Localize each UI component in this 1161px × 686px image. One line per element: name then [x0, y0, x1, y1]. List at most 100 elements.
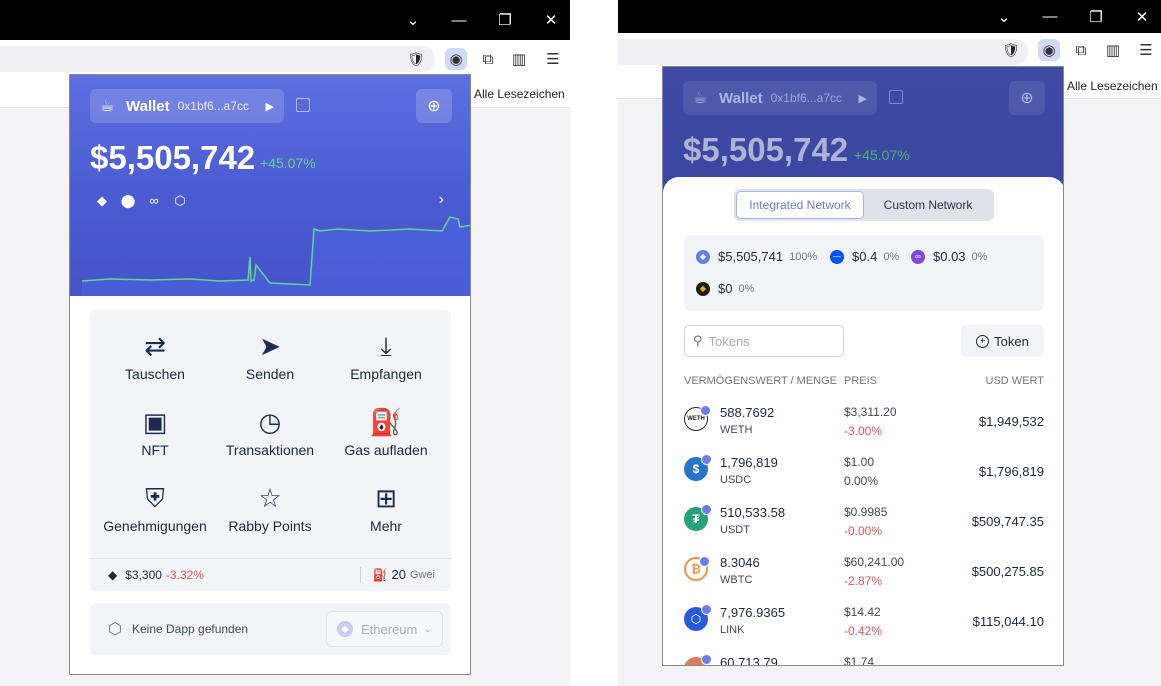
- token-row[interactable]: WETH 588.7692 WETH $3,311.20 -3.00% $1,9…: [684, 403, 1044, 453]
- chain-icons[interactable]: ◆ ⬤ ∞ ⬡: [94, 193, 188, 209]
- token-icon-text: WETH: [687, 416, 705, 422]
- chain-distribution-item[interactable]: — $0.4 0%: [830, 249, 899, 264]
- chevron-down-icon[interactable]: ⌄: [981, 8, 1027, 26]
- swap-button[interactable]: ⇄ Tauschen: [95, 328, 215, 404]
- wallet-icon: ☕: [100, 98, 115, 115]
- no-dapp-text: Keine Dapp gefunden: [131, 622, 249, 636]
- brave-shield-icon[interactable]: 🛡: [405, 48, 427, 70]
- send-button[interactable]: ➤ Senden: [210, 328, 330, 404]
- balance-change: +45.07%: [260, 155, 316, 171]
- add-wallet-button[interactable]: ⊕: [1009, 81, 1045, 115]
- token-price: $14.42: [844, 605, 881, 619]
- sidebar-icon[interactable]: ▥: [1102, 39, 1124, 61]
- tab-integrated-network[interactable]: Integrated Network: [736, 191, 864, 219]
- receive-button[interactable]: ⤓ Empfangen: [326, 328, 446, 404]
- chain-value: $0.03: [933, 249, 966, 264]
- address-bar[interactable]: [618, 39, 1028, 65]
- clock-icon: ◷: [258, 407, 282, 437]
- tab-custom-network[interactable]: Custom Network: [864, 191, 992, 219]
- chevron-right-icon[interactable]: ›: [439, 191, 444, 209]
- add-wallet-icon: ⊕: [1020, 90, 1034, 107]
- menu-icon[interactable]: ☰: [1135, 39, 1157, 61]
- rabby-extension-icon[interactable]: ◉: [445, 48, 467, 70]
- transactions-button[interactable]: ◷ Transaktionen: [210, 404, 330, 480]
- ethereum-badge-icon: [701, 454, 712, 465]
- wallet-address: 0x1bf6...a7cc: [177, 99, 250, 113]
- network-type-switch: Integrated Network Custom Network: [734, 189, 994, 221]
- wallet-name: Wallet: [126, 97, 170, 115]
- rabby-points-button[interactable]: ☆ Rabby Points: [210, 480, 330, 556]
- extensions-icon[interactable]: ⧉: [1070, 39, 1092, 61]
- total-balance: $5,505,742: [683, 131, 849, 168]
- screenshot-page: ⌄ — ❐ ✕ 🛡 ◉ ⧉ ▥ ☰ Alle Lesezeichen ☕ Wal…: [0, 0, 1161, 686]
- copy-icon[interactable]: [296, 98, 310, 112]
- send-icon: ➤: [259, 331, 281, 361]
- restore-icon[interactable]: ❐: [1073, 8, 1119, 26]
- rabby-popup-home: ☕ Wallet 0x1bf6...a7cc ▶ ⊕ $5,505,742 +4…: [69, 74, 471, 675]
- nft-button[interactable]: ▣ NFT: [95, 404, 215, 480]
- token-row[interactable]: ⬡ 7,976.9365 LINK $14.42 -0.42% $115,044…: [684, 603, 1044, 653]
- token-usd-value: $1,796,819: [978, 464, 1044, 479]
- nft-label: NFT: [141, 442, 169, 458]
- sidebar-icon[interactable]: ▥: [508, 48, 530, 70]
- token-icon: [684, 654, 712, 665]
- rabby-popup-assets: ☕ Wallet 0x1bf6...a7cc ▶ ⊕ $5,505,742 +4…: [662, 66, 1064, 666]
- grid-icon: ⊞: [375, 483, 397, 513]
- chain-percent: 0%: [738, 282, 755, 295]
- more-button[interactable]: ⊞ Mehr: [326, 480, 446, 556]
- base-icon: —: [830, 249, 844, 264]
- chain-value: $5,505,741: [718, 249, 784, 264]
- token-amount: 510,533.58: [720, 505, 786, 520]
- token-row[interactable]: ₿ 8.3046 WBTC $60,241.00 -2.87% $500,275…: [684, 553, 1044, 603]
- token-row[interactable]: 60,713.79 $1.74: [684, 653, 1044, 666]
- extensions-icon[interactable]: ⧉: [477, 48, 499, 70]
- eth-price: $3,300: [125, 567, 162, 582]
- token-row[interactable]: $ 1,796,819 USDC $1.00 0.00% $1,796,819: [684, 453, 1044, 503]
- token-amount: 1,796,819: [720, 455, 778, 470]
- token-symbol: USDC: [720, 474, 752, 486]
- token-price: $1.00: [844, 455, 875, 469]
- chain-value: $0.4: [852, 249, 878, 264]
- chain-distribution-item[interactable]: ◆ $5,505,741 100%: [696, 249, 817, 264]
- chain-distribution-item[interactable]: ◆ $0 0%: [696, 281, 754, 296]
- approvals-label: Genehmigungen: [103, 518, 207, 534]
- chevron-down-icon[interactable]: ⌄: [390, 11, 436, 29]
- approvals-button[interactable]: ⛨ Genehmigungen: [95, 480, 215, 556]
- token-price: $3,311.20: [844, 405, 897, 419]
- column-price: PREIS: [844, 375, 878, 387]
- address-bar[interactable]: [0, 46, 435, 72]
- rabby-extension-icon[interactable]: ◉: [1038, 39, 1060, 61]
- restore-icon[interactable]: ❐: [482, 11, 528, 29]
- token-usd-value: $1,949,532: [978, 414, 1044, 429]
- wallet-name: Wallet: [719, 89, 763, 107]
- menu-icon[interactable]: ☰: [542, 48, 564, 70]
- gas-topup-button[interactable]: ⛽ Gas aufladen: [326, 404, 446, 480]
- token-row[interactable]: ₮ 510,533.58 USDT $0.9985 -0.00% $509,74…: [684, 503, 1044, 553]
- minimize-icon[interactable]: —: [436, 12, 482, 29]
- ethereum-icon: ◆: [696, 249, 710, 264]
- token-search-input[interactable]: ⚲ Tokens: [684, 325, 844, 357]
- brave-shield-icon[interactable]: 🛡: [1000, 39, 1022, 61]
- token-price-change: 0.00%: [844, 474, 879, 488]
- close-icon[interactable]: ✕: [528, 11, 570, 29]
- close-icon[interactable]: ✕: [1119, 8, 1161, 26]
- chain-distribution-item[interactable]: ∞ $0.03 0%: [911, 249, 987, 264]
- minimize-icon[interactable]: —: [1027, 8, 1073, 25]
- chevron-right-icon: ▶: [265, 100, 274, 113]
- add-wallet-button[interactable]: ⊕: [416, 89, 452, 123]
- add-token-button[interactable]: + Token: [961, 325, 1044, 357]
- all-bookmarks-link[interactable]: Alle Lesezeichen: [474, 87, 565, 101]
- all-bookmarks-link[interactable]: Alle Lesezeichen: [1067, 79, 1158, 93]
- gas-pump-icon: ⛽: [369, 407, 403, 437]
- base-icon: ⬤: [120, 193, 136, 208]
- token-icon-text: ⬡: [690, 612, 702, 626]
- gas-price[interactable]: ⛽ 20 Gwei: [359, 566, 435, 583]
- network-select[interactable]: ◆ Ethereum ⌄: [326, 611, 443, 647]
- ethereum-icon: ◆: [97, 193, 107, 208]
- token-price: $1.74: [844, 655, 875, 666]
- wallet-switch-button[interactable]: ☕ Wallet 0x1bf6...a7cc ▶: [90, 89, 284, 123]
- chevron-down-icon: ⌄: [423, 623, 432, 635]
- copy-icon[interactable]: [889, 90, 903, 104]
- wallet-switch-button[interactable]: ☕ Wallet 0x1bf6...a7cc ▶: [683, 81, 877, 115]
- gas-value: 20: [391, 567, 406, 582]
